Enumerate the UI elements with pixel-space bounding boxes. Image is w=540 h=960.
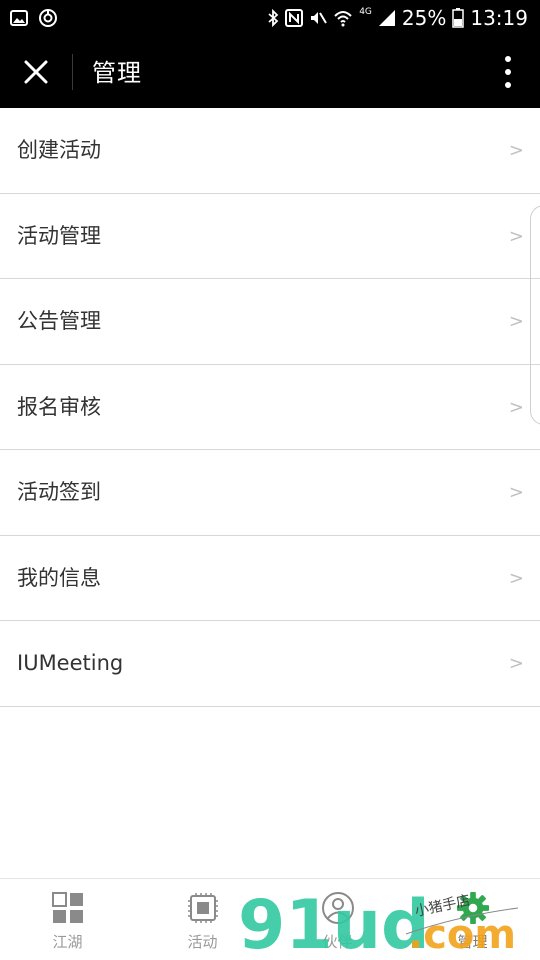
grid-icon [51, 891, 85, 925]
status-bar: 4G 25% 13:19 [0, 0, 540, 36]
menu-item-label: IUMeeting [17, 651, 124, 675]
tab-jianghu[interactable]: 江湖 [0, 879, 135, 960]
tab-label: 伙伴 [322, 933, 353, 951]
close-icon [24, 60, 48, 84]
menu-item-iumeeting[interactable]: IUMeeting > [0, 621, 540, 707]
chevron-right-icon: > [508, 567, 524, 589]
header-divider [72, 54, 73, 90]
wifi-icon [333, 9, 353, 27]
menu-item-label: 活动签到 [17, 480, 101, 504]
signal-icon [378, 9, 396, 27]
bluetooth-icon [267, 9, 279, 27]
battery-percent: 25% [401, 6, 447, 30]
image-icon [10, 10, 28, 26]
menu-item-activity-management[interactable]: 活动管理 > [0, 193, 540, 279]
menu-item-label: 活动管理 [17, 223, 101, 248]
more-vertical-icon [505, 56, 511, 62]
close-button[interactable] [16, 54, 56, 90]
chevron-right-icon: > [508, 225, 524, 247]
tab-label: 江湖 [52, 933, 83, 951]
chevron-right-icon: > [508, 396, 524, 418]
menu-item-announcement-management[interactable]: 公告管理 > [0, 279, 540, 365]
menu-item-activity-checkin[interactable]: 活动签到 > [0, 450, 540, 536]
status-bar-left [10, 8, 58, 28]
partner-icon [321, 891, 355, 925]
admin-menu-list: 创建活动 > 活动管理 > 公告管理 > 报名审核 > 活动签到 > 我的信息 … [0, 108, 540, 707]
menu-item-label: 公告管理 [17, 309, 101, 333]
chevron-right-icon: > [508, 140, 524, 161]
chevron-right-icon: > [508, 482, 524, 503]
edge-panel-handle[interactable] [530, 205, 540, 425]
page-title: 管理 [92, 59, 142, 87]
more-options-button[interactable] [498, 54, 518, 90]
app-header: 管理 [0, 36, 540, 108]
tab-partners[interactable]: 伙伴 [270, 879, 405, 960]
chip-icon [186, 891, 220, 925]
tab-activity[interactable]: 活动 [135, 879, 270, 960]
network-type: 4G [359, 7, 372, 17]
menu-item-label: 我的信息 [17, 565, 101, 590]
menu-item-create-activity[interactable]: 创建活动 > [0, 108, 540, 194]
sync-icon [38, 8, 58, 28]
clock: 13:19 [470, 6, 528, 30]
nfc-icon [285, 9, 304, 27]
mute-icon [309, 9, 328, 27]
bottom-tab-bar: 江湖 活动 伙伴 管理 [0, 878, 540, 960]
menu-item-label: 报名审核 [17, 394, 101, 419]
menu-item-label: 创建活动 [17, 138, 101, 162]
status-bar-right: 4G 25% 13:19 [267, 5, 528, 31]
menu-item-my-info[interactable]: 我的信息 > [0, 535, 540, 621]
tab-management[interactable]: 管理 [405, 879, 540, 960]
chevron-right-icon: > [508, 311, 524, 332]
chevron-right-icon: > [508, 653, 524, 674]
tab-label: 活动 [187, 933, 218, 951]
menu-item-registration-review[interactable]: 报名审核 > [0, 364, 540, 450]
tab-label: 管理 [457, 933, 488, 951]
gear-icon [456, 891, 490, 925]
battery-icon [452, 8, 465, 28]
